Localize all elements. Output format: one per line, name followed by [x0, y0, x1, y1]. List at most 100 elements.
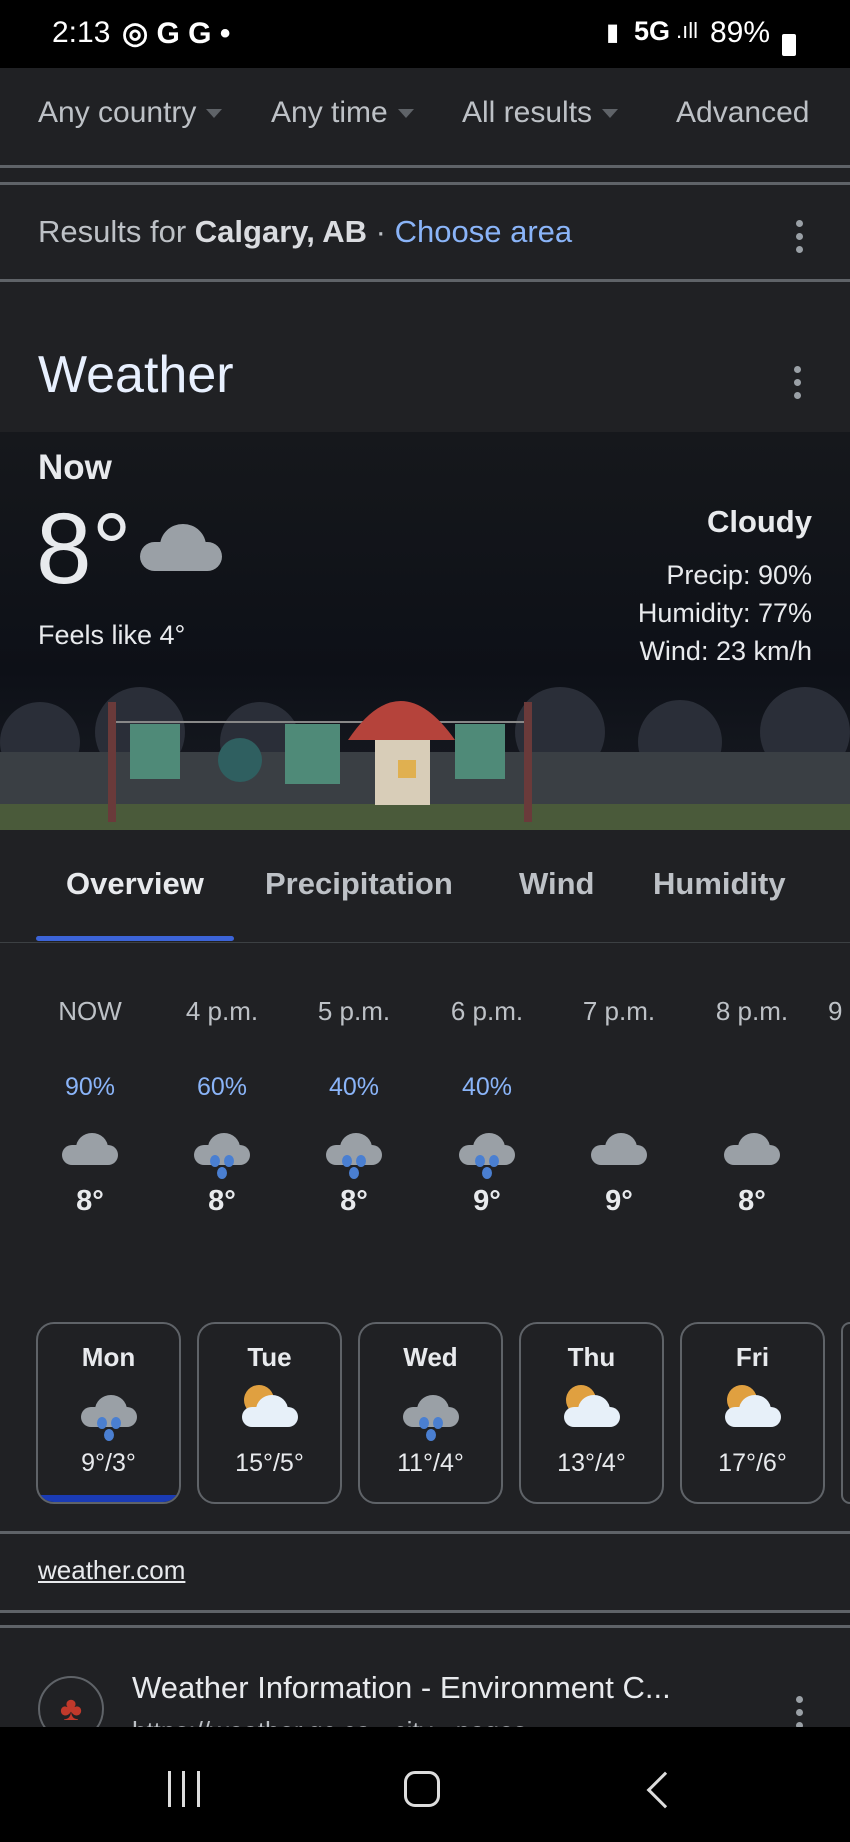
hour-precip	[553, 1073, 685, 1103]
day-card[interactable]: Mon 9°/3°	[36, 1322, 181, 1504]
divider	[0, 171, 850, 185]
search-result[interactable]: ♣ Weather Information - Environment C...…	[0, 1628, 850, 1728]
day-temps: 17°/6°	[718, 1449, 787, 1477]
rain-icon	[288, 1133, 420, 1179]
active-tab-indicator	[36, 936, 234, 941]
hour-precip: 60%	[196, 1073, 248, 1101]
hour-time: 5 p.m.	[317, 996, 391, 1026]
divider	[0, 942, 850, 943]
day-name: Fri	[735, 1342, 770, 1372]
more-options-icon[interactable]	[796, 220, 803, 259]
tab-overview[interactable]: Overview	[66, 866, 204, 902]
filter-country[interactable]: Any country	[38, 96, 223, 130]
day-temps: 9°/3°	[81, 1449, 136, 1477]
hour-precip: 90%	[64, 1073, 116, 1101]
hour-temp: 8°	[738, 1185, 766, 1217]
filter-label: Any time	[271, 96, 388, 129]
hour-precip	[686, 1073, 818, 1103]
cloudy-icon	[686, 1133, 818, 1177]
day-name: Thu	[567, 1342, 616, 1372]
day-temps: 15°/5°	[235, 1449, 304, 1477]
weather-illustration	[0, 687, 850, 830]
day-temps: 13°/4°	[557, 1449, 626, 1477]
tab-humidity[interactable]: Humidity	[653, 866, 786, 902]
hour-time: NOW	[58, 996, 122, 1026]
more-options-icon[interactable]	[796, 1696, 803, 1728]
results-prefix: Results for	[38, 214, 195, 249]
partly-cloudy-icon	[199, 1385, 340, 1427]
rain-icon	[156, 1133, 288, 1179]
day-temps: 11°/4°	[397, 1449, 464, 1477]
partly-cloudy-icon	[521, 1385, 662, 1427]
choose-area-link[interactable]: Choose area	[395, 214, 573, 249]
clock: 2:13	[52, 16, 111, 49]
condition: Cloudy	[706, 504, 812, 539]
hour-column[interactable]: NOW 90% 8°	[24, 996, 156, 1218]
search-filters: Any country Any time All results Advance…	[0, 68, 850, 168]
tab-precipitation[interactable]: Precipitation	[265, 866, 453, 902]
hour-temp: 8°	[208, 1185, 236, 1217]
day-card[interactable]	[841, 1322, 850, 1504]
cloudy-icon	[24, 1133, 156, 1177]
hour-time: 8 p.m.	[715, 996, 789, 1026]
hour-time: 6 p.m.	[450, 996, 524, 1026]
humidity: Humidity: 77%	[637, 598, 812, 628]
filter-time[interactable]: Any time	[271, 96, 414, 130]
recents-button[interactable]	[168, 1771, 200, 1807]
cloud-icon	[140, 524, 222, 571]
rain-icon	[360, 1395, 501, 1441]
hour-time: 7 p.m.	[582, 996, 656, 1026]
location-bar: Results for Calgary, AB · Choose area	[0, 188, 850, 282]
feels-like: Feels like 4°	[38, 620, 186, 650]
day-card[interactable]: Wed 11°/4°	[358, 1322, 503, 1504]
hour-column[interactable]: 6 p.m. 40% 9°	[421, 996, 553, 1218]
filter-advanced[interactable]: Advanced	[676, 96, 809, 130]
precip: Precip: 90%	[666, 560, 812, 590]
back-button[interactable]	[646, 1771, 684, 1809]
day-card[interactable]: Fri 17°/6°	[680, 1322, 825, 1504]
hour-precip: 40%	[461, 1073, 513, 1101]
hour-column[interactable]: 5 p.m. 40% 8°	[288, 996, 420, 1218]
hour-column[interactable]: 4 p.m. 60% 8°	[156, 996, 288, 1218]
day-name: Mon	[81, 1342, 136, 1372]
current-weather: Now 8° Feels like 4° Cloudy Precip: 90% …	[0, 432, 850, 830]
more-options-icon[interactable]	[794, 366, 801, 405]
hour-precip	[828, 1073, 850, 1103]
cloudy-icon	[553, 1133, 685, 1177]
battery-percent: 89%	[710, 16, 771, 49]
source-link[interactable]: weather.com	[38, 1555, 185, 1586]
separator: ·	[367, 214, 395, 249]
home-button[interactable]	[404, 1771, 440, 1807]
day-name: Tue	[247, 1342, 292, 1372]
tab-wind[interactable]: Wind	[519, 866, 594, 902]
hour-column[interactable]: 9	[818, 996, 850, 1185]
now-label: Now	[38, 448, 112, 487]
wind: Wind: 23 km/h	[639, 636, 812, 666]
rain-icon	[421, 1133, 553, 1179]
filter-label: Advanced	[676, 96, 810, 129]
day-card[interactable]: Tue 15°/5°	[197, 1322, 342, 1504]
hour-time: 9	[828, 996, 843, 1026]
filter-results[interactable]: All results	[462, 96, 619, 130]
maple-leaf-icon: ♣	[38, 1676, 104, 1728]
status-bar: 2:13 ◎ G G • ▮ 5G .ıll 89%	[0, 0, 850, 68]
hour-column[interactable]: 7 p.m. 9°	[553, 996, 685, 1218]
weather-title: Weather	[38, 346, 234, 404]
result-title[interactable]: Weather Information - Environment C...	[132, 1670, 671, 1706]
caret-down-icon	[206, 108, 223, 118]
notification-icons: ◎ G G •	[122, 17, 231, 50]
hour-time: 4 p.m.	[185, 996, 259, 1026]
hour-temp: 8°	[340, 1185, 368, 1217]
caret-down-icon	[602, 108, 619, 118]
day-name: Wed	[403, 1342, 458, 1372]
selected-indicator	[38, 1495, 179, 1502]
weather-icon	[828, 1133, 850, 1177]
partly-cloudy-icon	[682, 1385, 823, 1427]
battery-saver-icon: ▮	[606, 19, 620, 46]
battery-icon	[782, 34, 796, 56]
hour-temp: 8°	[76, 1185, 104, 1217]
navigation-bar	[0, 1727, 850, 1842]
day-card[interactable]: Thu 13°/4°	[519, 1322, 664, 1504]
divider	[0, 1531, 850, 1534]
hour-column[interactable]: 8 p.m. 8°	[686, 996, 818, 1218]
